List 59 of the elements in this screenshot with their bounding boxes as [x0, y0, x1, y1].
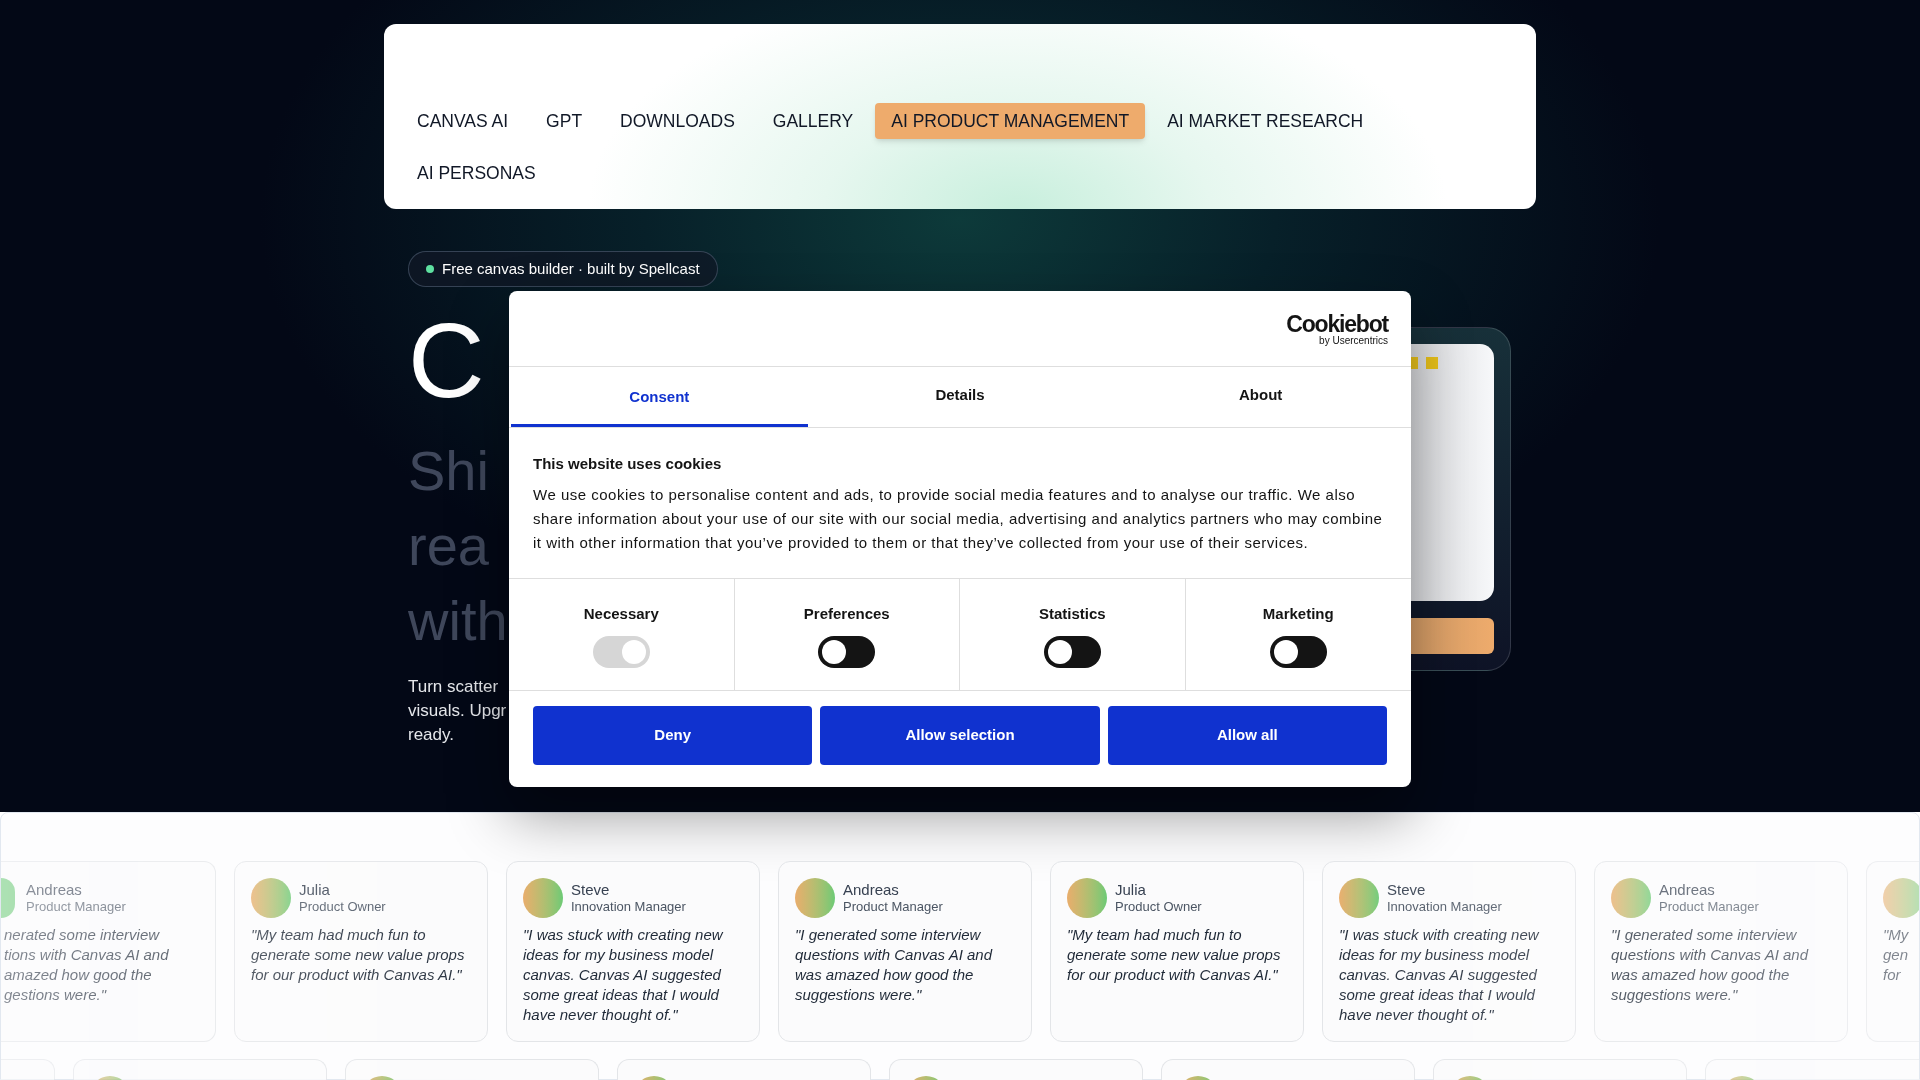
avatar-icon	[795, 878, 835, 918]
testimonial-quote: "I generated some interview questions with Canvas AI and was amazed how good the suggestions were."	[1611, 925, 1810, 1005]
avatar-icon	[1339, 878, 1379, 918]
logo-wordmark: Cookiebot	[1286, 313, 1388, 335]
dialog-tab[interactable]: Consent	[511, 367, 808, 427]
reviewer-name: Julia	[299, 881, 331, 899]
nav-link[interactable]: GPT	[530, 103, 599, 139]
avatar-icon	[1883, 878, 1920, 918]
nav-link[interactable]: CANVAS AI	[401, 103, 525, 139]
dialog-body-text: We use cookies to personalise content and ads, to provide social media features and to analyse our traffic. We also share information about your use of our site with our social media, advertising and analytics partners who may combine it with other information that you’ve provided to them or that they’ve collected from your use of their services.	[533, 485, 1384, 553]
avatar-icon	[251, 878, 291, 918]
reviewer-role: Innovation Manager	[1387, 899, 1502, 915]
reviewer-role: Product Manager	[1659, 899, 1759, 915]
avatar-icon	[523, 878, 563, 918]
hero-description: Turn scatter visuals. Upgr ready.	[408, 676, 507, 746]
logo-tagline: by Usercentrics	[1319, 335, 1388, 347]
testimonial-quote: "My gen for	[1883, 925, 1910, 985]
dialog-heading: This website uses cookies	[533, 454, 723, 474]
dialog-tab[interactable]: Details	[811, 367, 1109, 427]
reviewer-role: Product Owner	[1115, 899, 1202, 915]
hero-title: C	[408, 307, 485, 413]
reviewer-role: Innovation Manager	[571, 899, 686, 915]
reviewer-name: Steve	[571, 881, 611, 899]
status-dot-icon	[426, 265, 434, 273]
reviewer-role: Product Manager	[26, 899, 126, 915]
nav-link[interactable]: AI PERSONAS	[401, 155, 552, 191]
toggle-switch[interactable]	[818, 636, 876, 668]
nav-link[interactable]: AI MARKET RESEARCH	[1151, 103, 1380, 139]
reviewer-name: Andreas	[843, 881, 900, 899]
category-label: Marketing	[1262, 604, 1334, 624]
avatar-icon	[1067, 878, 1107, 918]
testimonial-quote: "My team had much fun to generate some new value props for our product with Canvas AI."	[1067, 925, 1282, 985]
testimonial-quote: "I was stuck with creating new ideas for my business model canvas. Canvas AI suggested some great ideas that I would have never thought of."	[523, 925, 724, 1025]
reviewer-name: Julia	[1115, 881, 1147, 899]
dialog-button[interactable]: Allow all	[1107, 706, 1387, 765]
avatar-icon	[1, 878, 15, 918]
toggle-switch[interactable]	[1043, 636, 1101, 668]
reviewer-name: Steve	[1387, 881, 1427, 899]
category-label: Necessary	[583, 604, 659, 624]
toggle-switch[interactable]	[1269, 636, 1327, 668]
category-label: Preferences	[803, 604, 890, 624]
nav-link[interactable]: AI PRODUCT MANAGEMENT	[875, 103, 1146, 139]
reviewer-name: Andreas	[26, 881, 83, 899]
reviewer-role: Product Owner	[299, 899, 386, 915]
reviewer-name: Andreas	[1659, 881, 1716, 899]
nav-link[interactable]: GALLERY	[756, 103, 870, 139]
dialog-tab[interactable]: About	[1112, 367, 1409, 427]
reviewer-role: Product Manager	[843, 899, 943, 915]
nav-link[interactable]: DOWNLOADS	[604, 103, 751, 139]
category-label: Statistics	[1038, 604, 1106, 624]
testimonial-quote: "My team had much fun to generate some new value props for our product with Canvas AI."	[251, 925, 466, 985]
dialog-button[interactable]: Allow selection	[820, 706, 1100, 765]
badge-text: Free canvas builder · built by Spellcast	[442, 258, 700, 279]
testimonial-quote: "I generated some interview questions with Canvas AI and was amazed how good the suggestions were."	[795, 925, 994, 1005]
hero-subtitle: Shi rea with	[408, 438, 508, 654]
avatar-icon	[1611, 878, 1651, 918]
testimonial-quote: "I was stuck with creating new ideas for my business model canvas. Canvas AI suggested some great ideas that I would have never thought of."	[1339, 925, 1540, 1025]
testimonial-quote: nerated some interview tions with Canvas AI and amazed how good the gestions were."	[3, 925, 170, 1005]
dialog-button[interactable]: Deny	[533, 706, 813, 765]
